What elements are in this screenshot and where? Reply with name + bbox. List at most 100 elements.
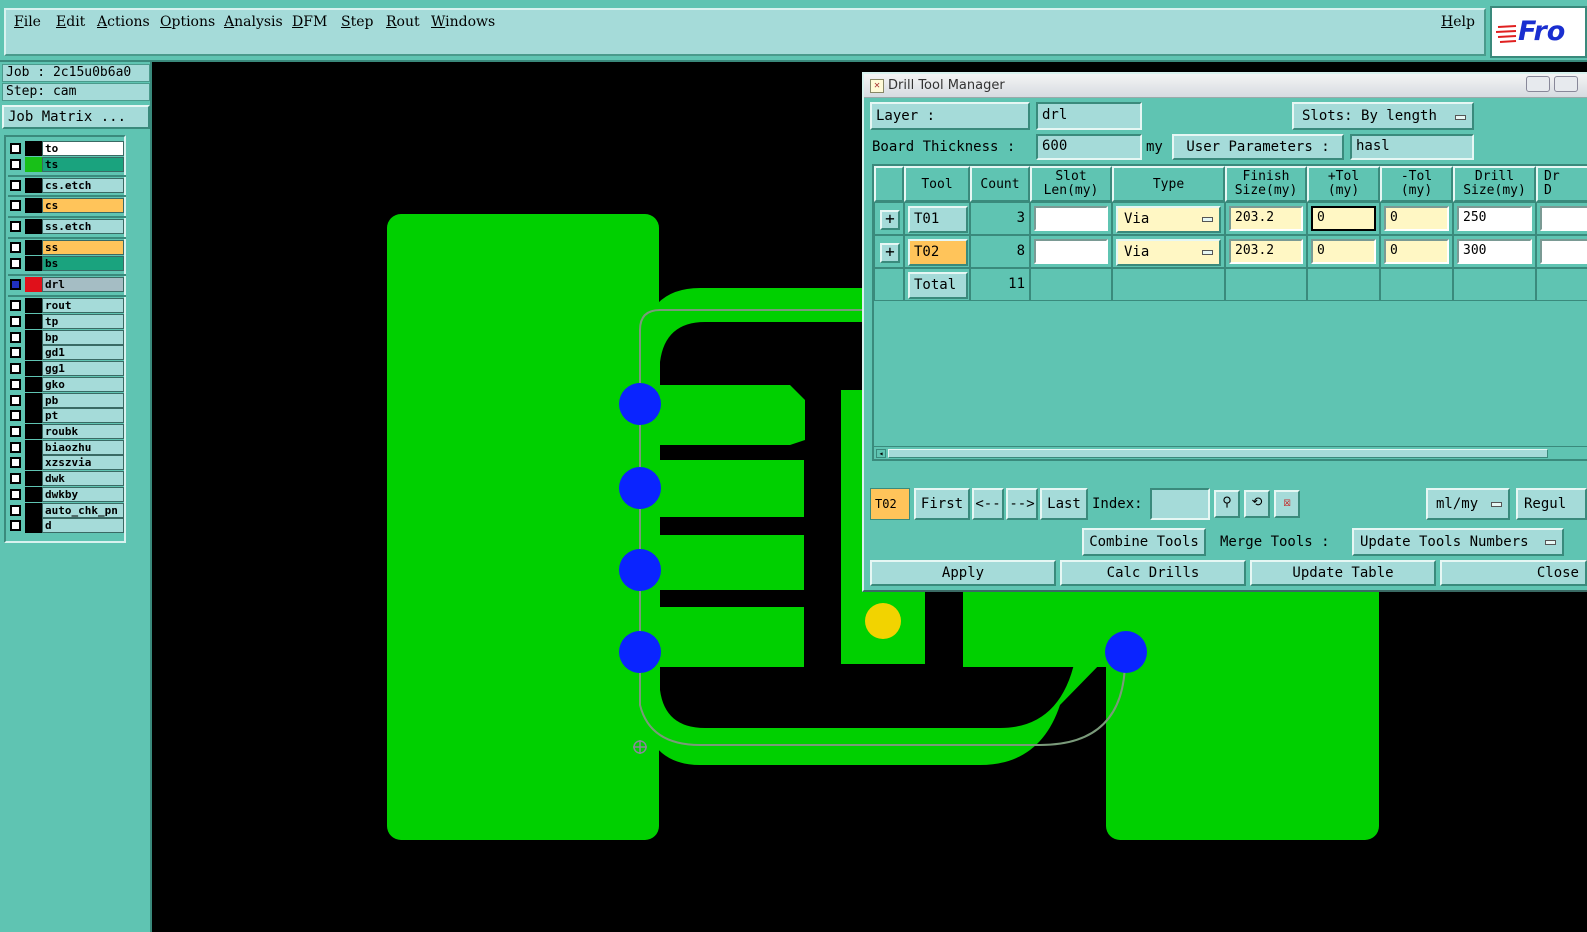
drill-d-input[interactable] <box>1540 206 1587 231</box>
layer-name[interactable]: dwk <box>42 471 124 486</box>
layer-color-swatch[interactable] <box>25 240 42 255</box>
menu-edit[interactable]: Edit <box>56 14 85 30</box>
expand-row-icon[interactable]: + <box>880 210 900 230</box>
minus-tol-input[interactable]: 0 <box>1384 206 1449 231</box>
layer-name[interactable]: d <box>42 518 124 533</box>
layer-row-drl[interactable]: drl <box>8 274 126 292</box>
layer-name[interactable]: rout <box>42 298 124 313</box>
layer-color-swatch[interactable] <box>25 503 42 518</box>
tool-button[interactable]: T01 <box>908 206 968 233</box>
delete-icon[interactable]: ☒ <box>1274 490 1300 518</box>
layer-row-dwkby[interactable]: dwkby <box>8 487 124 502</box>
layer-color-swatch[interactable] <box>25 424 42 439</box>
maximize-icon[interactable] <box>1554 76 1578 92</box>
layer-color-swatch[interactable] <box>25 178 42 193</box>
layer-color-swatch[interactable] <box>25 455 42 470</box>
highlight-icon[interactable]: ⚲ <box>1214 490 1240 518</box>
layer-name[interactable]: bs <box>42 256 124 271</box>
layer-row-cs.etch[interactable]: cs.etch <box>8 175 126 193</box>
layer-name[interactable]: ts <box>42 157 124 172</box>
layer-row-ss[interactable]: ss <box>8 237 126 255</box>
combine-tools-button[interactable]: Combine Tools <box>1082 528 1206 556</box>
layer-name[interactable]: bp <box>42 330 124 345</box>
layer-row-cs[interactable]: cs <box>8 195 126 213</box>
index-field[interactable] <box>1150 488 1210 520</box>
layer-color-swatch[interactable] <box>25 256 42 271</box>
layer-row-auto_chk_pn[interactable]: auto_chk_pn <box>8 503 124 518</box>
layer-row-pt[interactable]: pt <box>8 408 124 423</box>
layer-name[interactable]: cs <box>42 198 124 213</box>
layer-name[interactable]: ss <box>42 240 124 255</box>
layer-checkbox[interactable] <box>10 300 21 311</box>
plus-tol-input[interactable]: 0 <box>1311 239 1376 264</box>
layer-checkbox[interactable] <box>10 489 21 500</box>
layer-checkbox[interactable] <box>10 442 21 453</box>
layer-row-gko[interactable]: gko <box>8 377 124 392</box>
table-horizontal-scrollbar[interactable]: ◂ <box>874 446 1587 459</box>
calc-drills-button[interactable]: Calc Drills <box>1060 560 1246 586</box>
layer-checkbox[interactable] <box>10 379 21 390</box>
layer-row-gd1[interactable]: gd1 <box>8 345 124 360</box>
layer-checkbox[interactable] <box>10 520 21 531</box>
scroll-left-icon[interactable]: ◂ <box>876 449 886 458</box>
regular-button[interactable]: Regul <box>1516 488 1587 520</box>
layer-name[interactable]: biaozhu <box>42 440 124 455</box>
layer-name[interactable]: gd1 <box>42 345 124 360</box>
next-button[interactable]: --> <box>1006 488 1038 520</box>
layer-name[interactable]: to <box>42 141 124 156</box>
layer-color-swatch[interactable] <box>25 518 42 533</box>
layer-color-swatch[interactable] <box>25 393 42 408</box>
units-selector[interactable]: ml/my <box>1426 488 1510 520</box>
layer-checkbox[interactable] <box>10 221 21 232</box>
user-parameters-button[interactable]: User Parameters : <box>1172 134 1344 160</box>
job-matrix-button[interactable]: Job Matrix ... <box>2 105 150 129</box>
layer-checkbox[interactable] <box>10 332 21 343</box>
type-select[interactable]: Via <box>1116 206 1221 233</box>
layer-name[interactable]: gg1 <box>42 361 124 376</box>
layer-label-button[interactable]: Layer : <box>870 102 1030 130</box>
drill-d-input[interactable] <box>1540 239 1587 264</box>
scrollbar-thumb[interactable] <box>888 449 1548 458</box>
layer-checkbox[interactable] <box>10 200 21 211</box>
minimize-icon[interactable] <box>1526 76 1550 92</box>
layer-row-rout[interactable]: rout <box>8 295 126 313</box>
layer-checkbox[interactable] <box>10 363 21 374</box>
layer-color-swatch[interactable] <box>25 330 42 345</box>
layer-row-roubk[interactable]: roubk <box>8 424 124 439</box>
menu-windows[interactable]: Windows <box>431 14 495 30</box>
layer-checkbox[interactable] <box>10 473 21 484</box>
finish-size-input[interactable]: 203.2 <box>1229 239 1303 264</box>
layer-color-swatch[interactable] <box>25 345 42 360</box>
menu-analysis[interactable]: Analysis <box>224 14 283 30</box>
layer-color-swatch[interactable] <box>25 471 42 486</box>
layer-row-to[interactable]: to <box>8 141 124 156</box>
layer-checkbox[interactable] <box>10 347 21 358</box>
layer-color-swatch[interactable] <box>25 219 42 234</box>
layer-color-swatch[interactable] <box>25 157 42 172</box>
layer-checkbox[interactable] <box>10 395 21 406</box>
layer-name[interactable]: tp <box>42 314 124 329</box>
board-thickness-field[interactable]: 600 <box>1036 134 1142 160</box>
layer-color-swatch[interactable] <box>25 361 42 376</box>
layer-name[interactable]: xzszvia <box>42 455 124 470</box>
menu-file[interactable]: File <box>14 14 41 30</box>
last-button[interactable]: Last <box>1040 488 1088 520</box>
user-parameters-field[interactable]: hasl <box>1350 134 1474 160</box>
refresh-icon[interactable]: ⟲ <box>1244 490 1270 518</box>
update-table-button[interactable]: Update Table <box>1250 560 1436 586</box>
dialog-titlebar[interactable]: ✕ Drill Tool Manager <box>864 74 1587 98</box>
layer-color-swatch[interactable] <box>25 198 42 213</box>
layer-row-dwk[interactable]: dwk <box>8 471 124 486</box>
layer-checkbox[interactable] <box>10 457 21 468</box>
layer-color-swatch[interactable] <box>25 314 42 329</box>
layer-name[interactable]: gko <box>42 377 124 392</box>
layer-field[interactable]: drl <box>1036 102 1142 130</box>
type-select[interactable]: Via <box>1116 239 1221 266</box>
menu-dfm[interactable]: DFM <box>292 14 327 30</box>
layer-name[interactable]: auto_chk_pn <box>42 503 124 518</box>
layer-row-ss.etch[interactable]: ss.etch <box>8 216 126 234</box>
layer-row-d[interactable]: d <box>8 518 124 533</box>
layer-name[interactable]: cs.etch <box>42 178 124 193</box>
layer-row-pb[interactable]: pb <box>8 393 124 408</box>
layer-name[interactable]: pt <box>42 408 124 423</box>
